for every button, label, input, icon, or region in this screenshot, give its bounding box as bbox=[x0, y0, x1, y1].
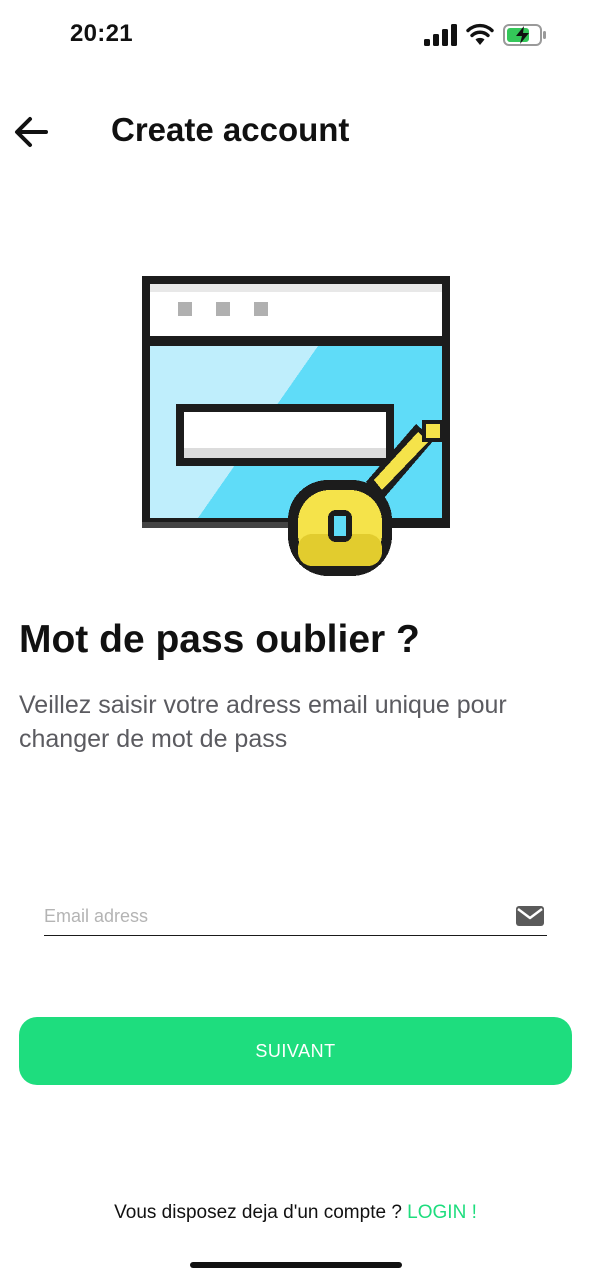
status-time: 20:21 bbox=[70, 20, 133, 47]
mail-icon bbox=[516, 906, 544, 926]
browser-password-key-icon bbox=[142, 276, 450, 576]
email-input[interactable] bbox=[44, 900, 504, 932]
page-title: Create account bbox=[111, 111, 350, 148]
arrow-left-icon[interactable] bbox=[12, 112, 52, 152]
login-link[interactable]: LOGIN ! bbox=[407, 1202, 477, 1223]
next-button[interactable]: SUIVANT bbox=[19, 1017, 572, 1085]
wifi-icon bbox=[466, 23, 494, 45]
home-indicator bbox=[190, 1262, 402, 1268]
cellular-signal-icon bbox=[424, 24, 457, 46]
subtitle: Veillez saisir votre adress email unique… bbox=[19, 691, 507, 753]
status-bar: 20:21 bbox=[0, 0, 591, 70]
headline: Mot de pass oublier ? bbox=[19, 618, 420, 661]
email-field[interactable] bbox=[44, 896, 547, 936]
battery-charging-icon bbox=[503, 24, 546, 46]
nav-header: Create account bbox=[0, 100, 591, 160]
footer: Vous disposez deja d'un compte ? LOGIN ! bbox=[0, 1202, 591, 1224]
footer-text: Vous disposez deja d'un compte ? bbox=[114, 1202, 402, 1223]
